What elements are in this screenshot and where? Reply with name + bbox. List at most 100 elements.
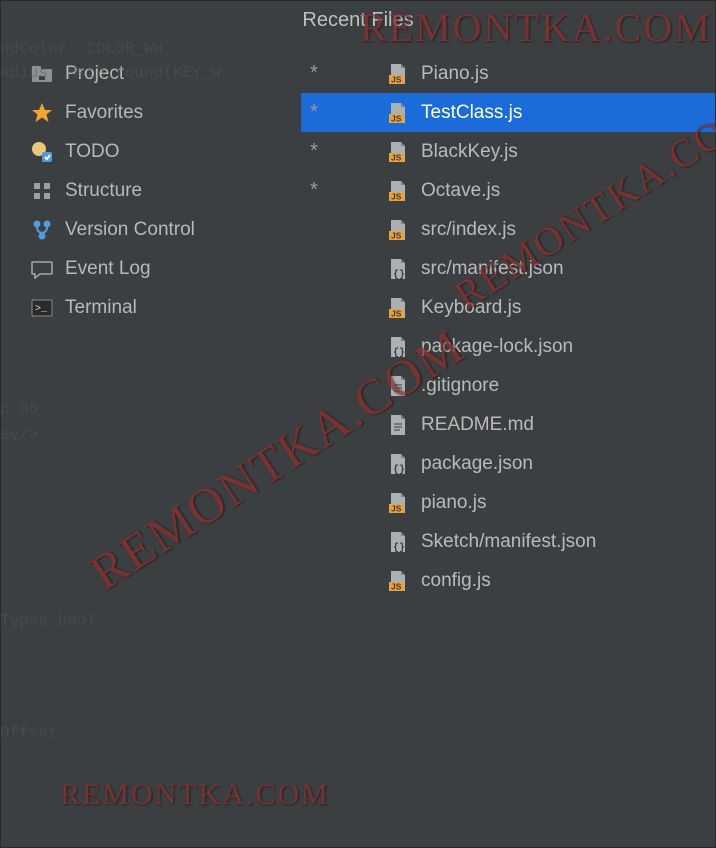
js-file-icon: JS xyxy=(387,492,409,514)
js-file-icon: JS xyxy=(387,141,409,163)
recent-files-panel: Recent Files Project Favorites TODO Structu… xyxy=(0,0,716,848)
file-label: config.js xyxy=(421,570,491,592)
svg-text:JS: JS xyxy=(391,230,402,240)
recent-files-list: * JS Piano.js * JS TestClass.js * JS BlackKey.js… xyxy=(301,46,715,847)
panel-title: Recent Files xyxy=(1,1,715,46)
file-label: .gitignore xyxy=(421,375,499,397)
json-file-icon: {} xyxy=(387,336,409,358)
recent-file-row[interactable]: JS piano.js xyxy=(301,483,715,522)
json-file-icon: {} xyxy=(387,258,409,280)
js-file-icon: JS xyxy=(387,180,409,202)
folder-icon xyxy=(31,63,53,85)
vcs-icon xyxy=(31,219,53,241)
recent-file-row[interactable]: * JS Piano.js xyxy=(301,54,715,93)
file-label: package.json xyxy=(421,453,533,475)
structure-icon xyxy=(31,180,53,202)
json-file-icon: {} xyxy=(387,453,409,475)
recent-file-row[interactable]: {} src/manifest.json xyxy=(301,249,715,288)
svg-text:{}: {} xyxy=(393,542,405,553)
recent-file-row[interactable]: {} package.json xyxy=(301,444,715,483)
svg-text:{}: {} xyxy=(393,269,405,280)
file-label: Octave.js xyxy=(421,180,500,202)
modified-marker: * xyxy=(301,62,327,85)
file-label: piano.js xyxy=(421,492,487,514)
file-label: Piano.js xyxy=(421,63,489,85)
svg-text:JS: JS xyxy=(391,308,402,318)
file-label: package-lock.json xyxy=(421,336,573,358)
star-icon xyxy=(31,102,53,124)
js-file-icon: JS xyxy=(387,492,409,514)
todo-icon xyxy=(31,141,53,163)
file-label: src/manifest.json xyxy=(421,258,564,280)
recent-file-row[interactable]: JS Keyboard.js xyxy=(301,288,715,327)
svg-text:JS: JS xyxy=(391,581,402,591)
js-file-icon: JS xyxy=(387,219,409,241)
todo-icon xyxy=(31,141,53,163)
json-file-icon: {} xyxy=(387,531,409,553)
folder-icon xyxy=(31,63,53,85)
svg-text:JS: JS xyxy=(391,191,402,201)
text-file-icon xyxy=(387,375,409,397)
terminal-icon: >_ xyxy=(31,297,53,319)
tool-terminal[interactable]: >_ Terminal xyxy=(31,288,301,327)
recent-file-row[interactable]: JS src/index.js xyxy=(301,210,715,249)
tool-favorites[interactable]: Favorites xyxy=(31,93,301,132)
recent-file-row[interactable]: {} package-lock.json xyxy=(301,327,715,366)
svg-text:JS: JS xyxy=(391,74,402,84)
tool-version-control[interactable]: Version Control xyxy=(31,210,301,249)
file-label: src/index.js xyxy=(421,219,516,241)
json-file-icon: {} xyxy=(387,453,409,475)
svg-text:JS: JS xyxy=(391,503,402,513)
svg-text:JS: JS xyxy=(391,152,402,162)
tool-todo[interactable]: TODO xyxy=(31,132,301,171)
terminal-icon: >_ xyxy=(31,297,53,319)
recent-file-row[interactable]: * JS TestClass.js xyxy=(301,93,715,132)
tool-event-log[interactable]: Event Log xyxy=(31,249,301,288)
recent-file-row[interactable]: JS config.js xyxy=(301,561,715,600)
tool-structure[interactable]: Structure xyxy=(31,171,301,210)
panel-columns: Project Favorites TODO Structure Version Con… xyxy=(1,46,715,847)
tool-label: TODO xyxy=(65,141,120,163)
file-label: README.md xyxy=(421,414,534,436)
js-file-icon: JS xyxy=(387,63,409,85)
js-file-icon: JS xyxy=(387,63,409,85)
tool-label: Terminal xyxy=(65,297,137,319)
speech-icon xyxy=(31,258,53,280)
js-file-icon: JS xyxy=(387,219,409,241)
json-file-icon: {} xyxy=(387,336,409,358)
tool-label: Event Log xyxy=(65,258,151,280)
file-label: BlackKey.js xyxy=(421,141,518,163)
recent-file-row[interactable]: {}Sketch/manifest.json xyxy=(301,522,715,561)
recent-file-row[interactable]: * JS BlackKey.js xyxy=(301,132,715,171)
js-file-icon: JS xyxy=(387,102,409,124)
text-file-icon xyxy=(387,414,409,436)
tool-project[interactable]: Project xyxy=(31,54,301,93)
js-file-icon: JS xyxy=(387,570,409,592)
star-icon xyxy=(31,102,53,124)
json-file-icon: {} xyxy=(387,531,409,553)
recent-file-row[interactable]: .gitignore xyxy=(301,366,715,405)
svg-text:>_: >_ xyxy=(35,304,48,315)
svg-text:JS: JS xyxy=(391,113,402,123)
js-file-icon: JS xyxy=(387,102,409,124)
structure-icon xyxy=(31,180,53,202)
vcs-icon xyxy=(31,219,53,241)
svg-text:{}: {} xyxy=(393,464,405,475)
modified-marker: * xyxy=(301,101,327,124)
file-label: Keyboard.js xyxy=(421,297,521,319)
tool-label: Favorites xyxy=(65,102,143,124)
recent-file-row[interactable]: * JS Octave.js xyxy=(301,171,715,210)
modified-marker: * xyxy=(301,179,327,202)
svg-text:{}: {} xyxy=(393,347,405,358)
file-label: TestClass.js xyxy=(421,102,522,124)
tool-label: Version Control xyxy=(65,219,195,241)
recent-file-row[interactable]: README.md xyxy=(301,405,715,444)
js-file-icon: JS xyxy=(387,297,409,319)
tool-windows-list: Project Favorites TODO Structure Version Con… xyxy=(1,46,301,847)
js-file-icon: JS xyxy=(387,141,409,163)
js-file-icon: JS xyxy=(387,180,409,202)
text-file-icon xyxy=(387,375,409,397)
tool-label: Project xyxy=(65,63,124,85)
modified-marker: * xyxy=(301,140,327,163)
tool-label: Structure xyxy=(65,180,142,202)
